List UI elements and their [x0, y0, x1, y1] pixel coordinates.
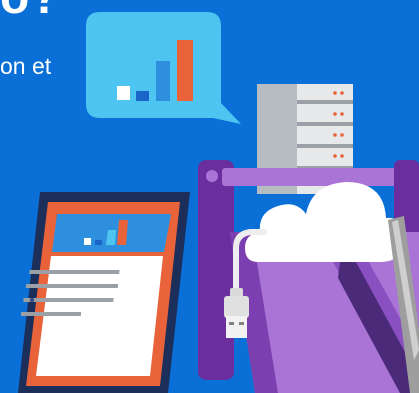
illustration: [18, 12, 419, 393]
chart-bubble-icon: [86, 12, 241, 124]
chart-bar-1: [117, 86, 130, 100]
tablet-document-icon: [18, 192, 190, 393]
hero-banner: o? on et: [0, 0, 419, 393]
chart-bar-4: [177, 40, 193, 101]
chart-bar-3: [156, 61, 170, 101]
chart-bar-2: [136, 91, 149, 101]
